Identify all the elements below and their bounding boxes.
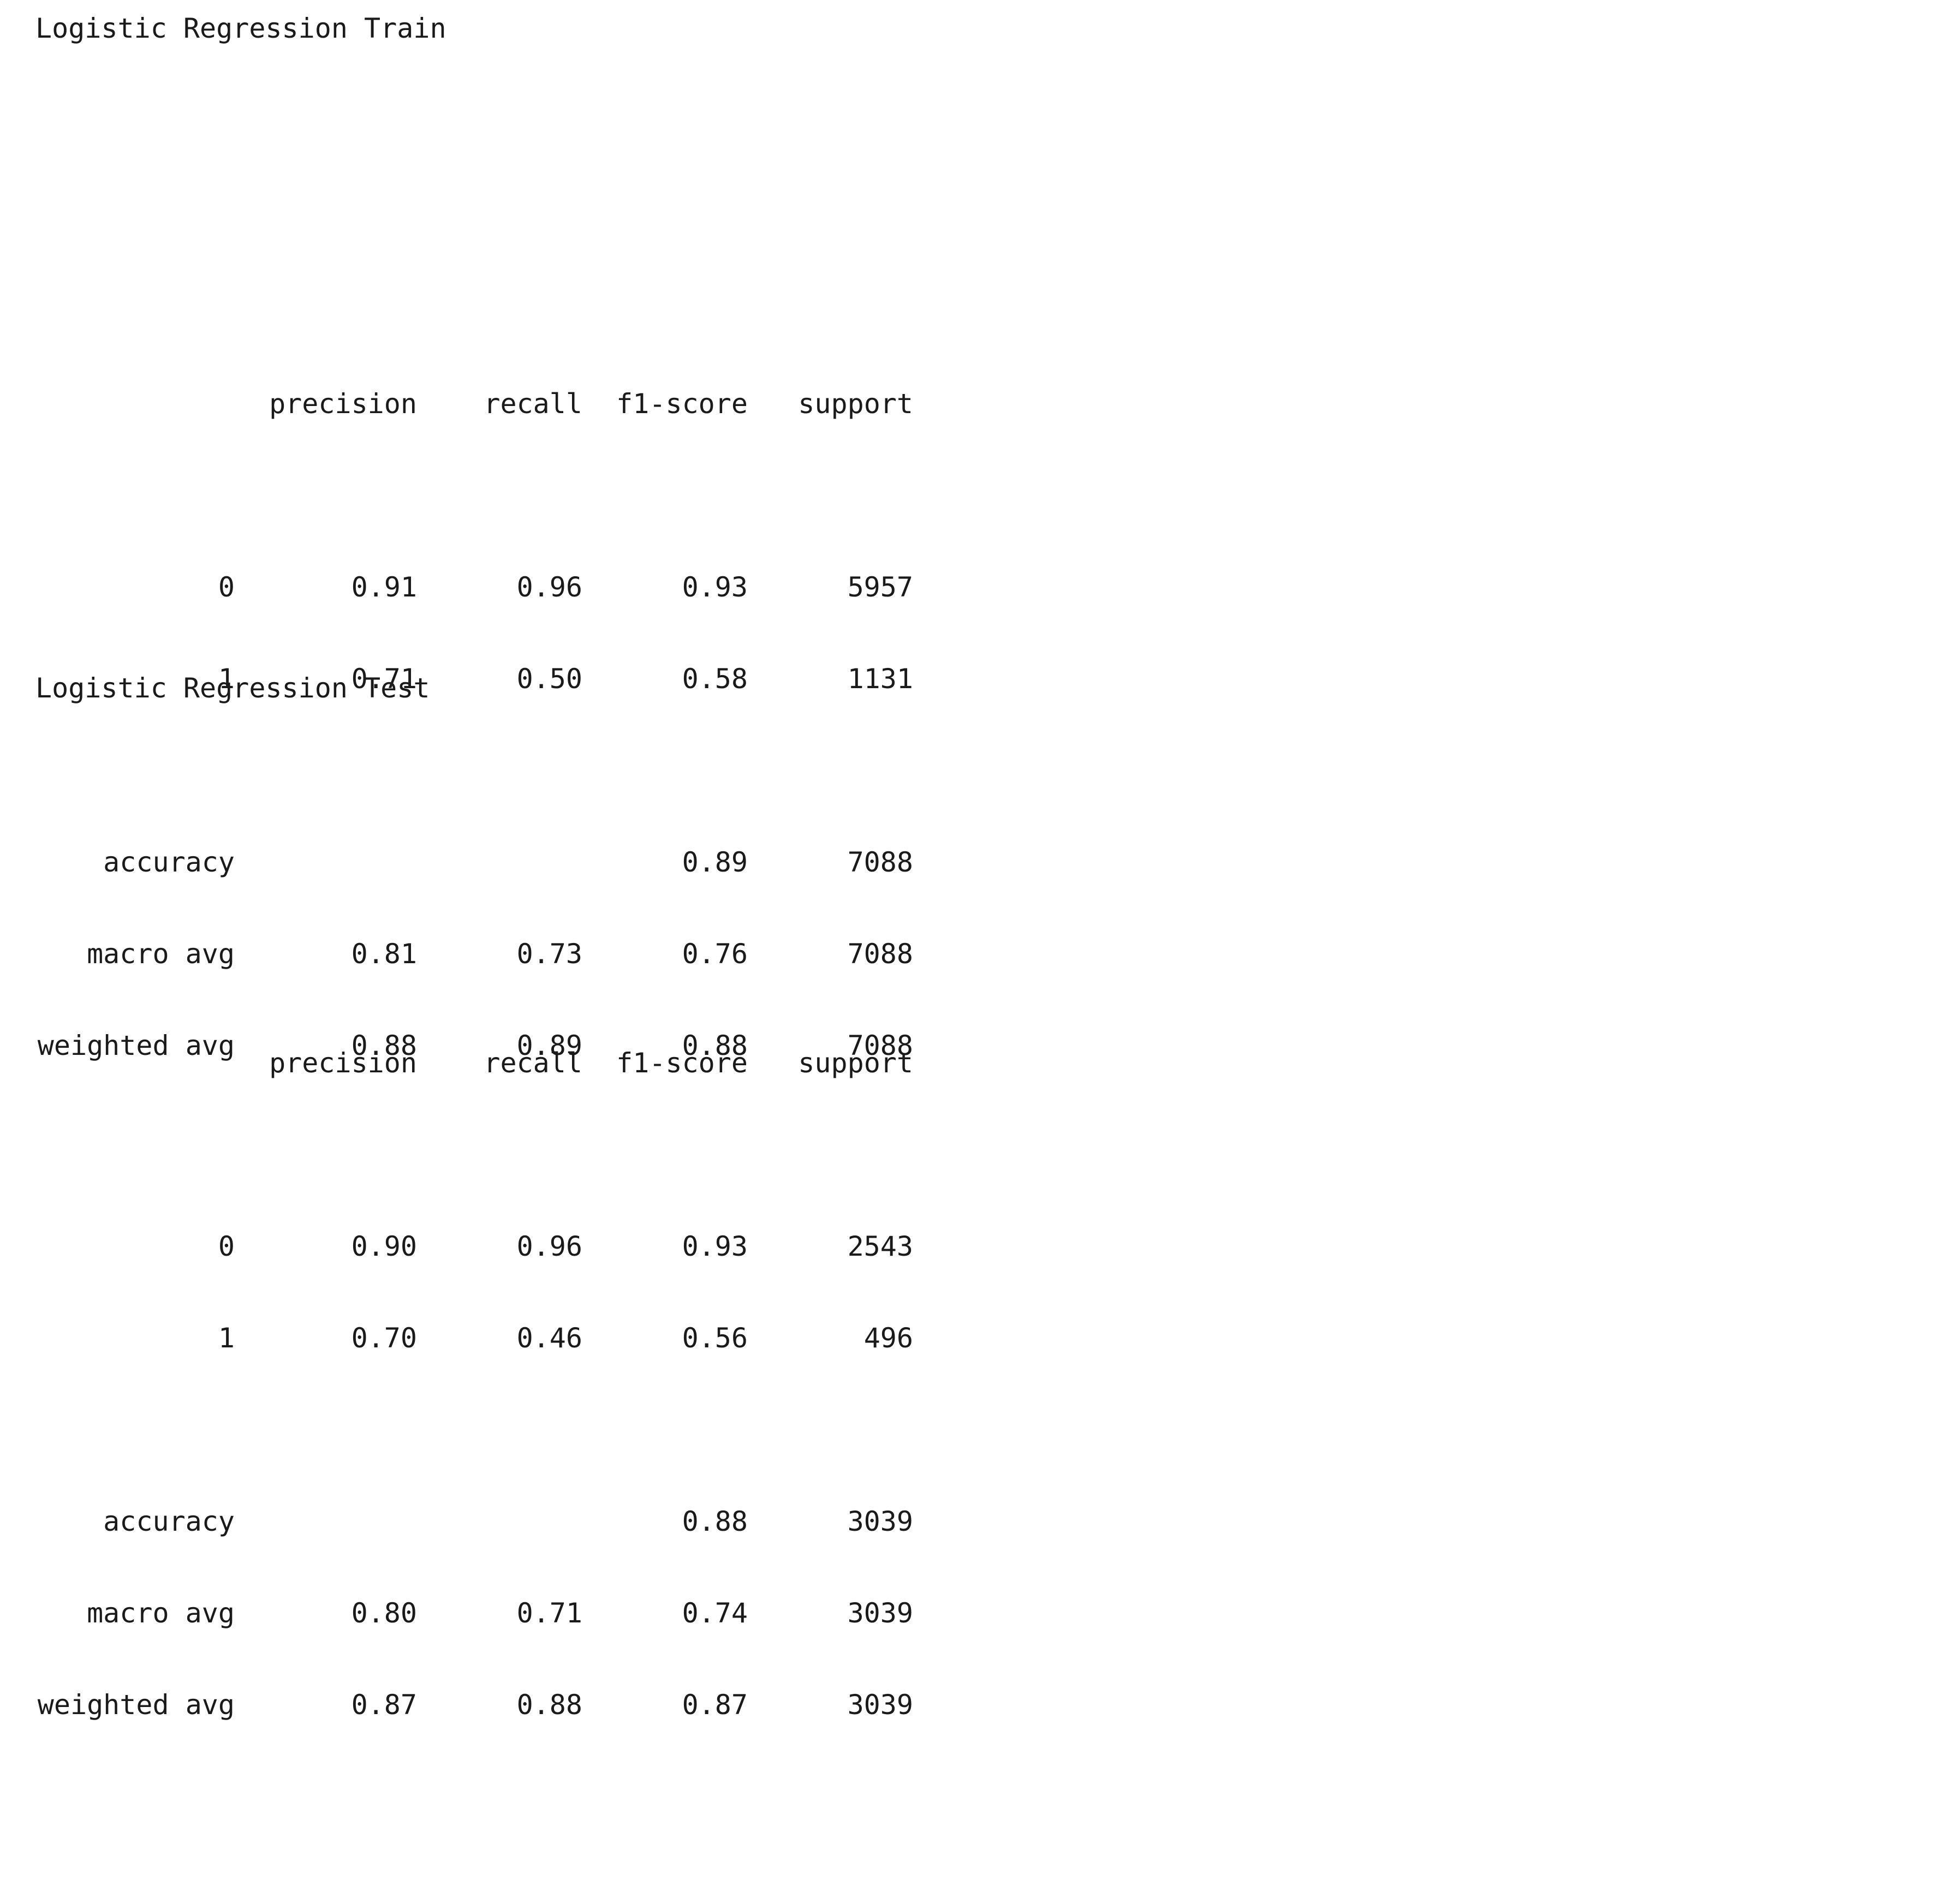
macro-avg-row: macro avg 0.81 0.73 0.76 7088 xyxy=(35,939,963,969)
table-row: 0 0.91 0.96 0.93 5957 xyxy=(35,572,963,602)
test-report-title: Logistic Regression Test xyxy=(35,672,430,704)
train-classification-report: precision recall f1-score support 0 0.91… xyxy=(35,327,963,1091)
support-value: 2543 xyxy=(847,1231,913,1262)
support-value: 7088 xyxy=(847,846,913,878)
support-value: 496 xyxy=(863,1322,913,1354)
train-report-title: Logistic Regression Train xyxy=(35,13,446,44)
support-value: 3039 xyxy=(847,1597,913,1629)
table-row: 1 0.70 0.46 0.56 496 xyxy=(35,1323,963,1353)
accuracy-row: accuracy 0.88 3039 xyxy=(35,1506,963,1537)
blank-row xyxy=(35,480,963,511)
table-row: 0 0.90 0.96 0.93 2543 xyxy=(35,1231,963,1262)
macro-avg-row: macro avg 0.80 0.71 0.74 3039 xyxy=(35,1598,963,1628)
report-header-row: precision recall f1-score support xyxy=(35,1048,963,1078)
accuracy-row: accuracy 0.89 7088 xyxy=(35,847,963,878)
header-support: support xyxy=(798,388,913,420)
support-value: 5957 xyxy=(847,571,913,603)
blank-row xyxy=(35,755,963,786)
header-support: support xyxy=(798,1047,913,1079)
blank-row xyxy=(35,1139,963,1170)
support-value: 3039 xyxy=(847,1506,913,1537)
support-value: 3039 xyxy=(847,1689,913,1721)
weighted-avg-row: weighted avg 0.87 0.88 0.87 3039 xyxy=(35,1690,963,1720)
blank-row xyxy=(35,1414,963,1445)
support-value: 7088 xyxy=(847,938,913,970)
report-header-row: precision recall f1-score support xyxy=(35,389,963,419)
test-classification-report: precision recall f1-score support 0 0.90… xyxy=(35,987,963,1751)
